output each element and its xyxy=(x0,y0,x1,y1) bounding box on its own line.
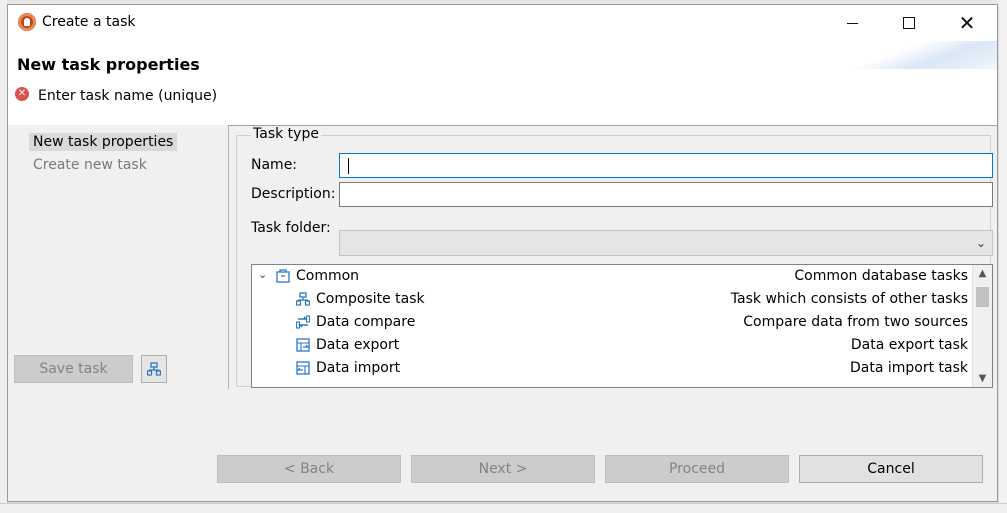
tree-item-data-import[interactable]: Data import Data import task xyxy=(252,357,974,380)
text-caret xyxy=(348,158,349,174)
task-type-group-label: Task type xyxy=(251,126,321,142)
tree-item-name: Composite task xyxy=(316,291,425,307)
tree-item-data-export[interactable]: Data export Data export task xyxy=(252,334,974,357)
app-logo-icon xyxy=(18,13,36,31)
validation-message: Enter task name (unique) xyxy=(38,88,218,104)
maximize-button[interactable] xyxy=(886,5,932,41)
task-type-group: Task type Name: Description: Task folder… xyxy=(236,126,993,388)
back-button[interactable]: < Back xyxy=(217,455,401,483)
wizard-page-nav: New task properties Create new task Save… xyxy=(8,125,229,389)
background-app-left-edge xyxy=(0,0,7,512)
chevron-down-icon: ⌄ xyxy=(975,236,986,250)
task-config-button[interactable] xyxy=(141,355,167,383)
tree-scrollbar[interactable]: ▲ ▼ xyxy=(972,265,992,387)
folder-icon xyxy=(276,269,290,283)
tree-category-name: Common xyxy=(296,268,360,284)
task-properties-panel: Task type Name: Description: Task folder… xyxy=(229,125,997,389)
header-banner-decoration xyxy=(827,41,997,69)
name-label: Name: xyxy=(251,157,298,173)
task-folder-label: Task folder: xyxy=(251,220,331,236)
page-title: New task properties xyxy=(17,55,200,74)
proceed-button[interactable]: Proceed xyxy=(605,455,789,483)
task-folder-select[interactable]: ⌄ xyxy=(339,230,993,256)
minimize-icon xyxy=(846,22,858,24)
task-name-input[interactable] xyxy=(339,153,993,178)
background-app-right-edge xyxy=(999,0,1007,512)
tree-item-description: Data export task xyxy=(850,337,968,353)
task-description-input[interactable] xyxy=(339,182,993,207)
close-icon: ✕ xyxy=(958,11,976,35)
scroll-up-icon[interactable]: ▲ xyxy=(973,265,992,282)
description-label: Description: xyxy=(251,186,336,202)
composite-task-icon xyxy=(147,362,161,376)
scroll-down-icon[interactable]: ▼ xyxy=(973,370,992,387)
data-import-icon xyxy=(296,361,310,375)
expand-chevron-icon: ⌄ xyxy=(258,268,268,281)
tree-item-composite-task[interactable]: Composite task Task which consists of ot… xyxy=(252,288,974,311)
tree-item-description: Task which consists of other tasks xyxy=(730,291,968,307)
wizard-header: New task properties ✕ Enter task name (u… xyxy=(8,41,997,126)
composite-task-icon xyxy=(296,292,310,306)
data-export-icon xyxy=(296,338,310,352)
nav-item-create-new-task[interactable]: Create new task xyxy=(29,156,151,174)
maximize-icon xyxy=(903,17,915,29)
scroll-thumb[interactable] xyxy=(976,287,989,307)
tree-item-name: Data compare xyxy=(316,314,416,330)
close-button[interactable]: ✕ xyxy=(944,5,990,41)
tree-item-data-compare[interactable]: Data compare Compare data from two sourc… xyxy=(252,311,974,334)
tree-category-common[interactable]: ⌄ Common Common database tasks xyxy=(252,265,974,288)
window-title: Create a task xyxy=(42,14,136,30)
minimize-button[interactable] xyxy=(829,5,875,41)
tree-category-description: Common database tasks xyxy=(794,268,968,284)
tree-item-description: Compare data from two sources xyxy=(743,314,968,330)
save-task-button[interactable]: Save task xyxy=(14,355,133,383)
tree-item-description: Data import task xyxy=(849,360,968,376)
tree-item-name: Data export xyxy=(316,337,400,353)
create-task-dialog: Create a task ✕ New task properties ✕ En… xyxy=(7,4,998,502)
next-button[interactable]: Next > xyxy=(411,455,595,483)
cancel-button[interactable]: Cancel xyxy=(799,455,983,483)
data-compare-icon xyxy=(296,315,310,329)
tree-item-name: Data import xyxy=(316,360,401,376)
error-icon: ✕ xyxy=(15,87,29,101)
task-type-tree[interactable]: ⌄ Common Common database tasks Composite… xyxy=(251,264,993,388)
title-bar: Create a task ✕ xyxy=(8,5,997,41)
nav-item-new-task-properties[interactable]: New task properties xyxy=(29,133,178,151)
